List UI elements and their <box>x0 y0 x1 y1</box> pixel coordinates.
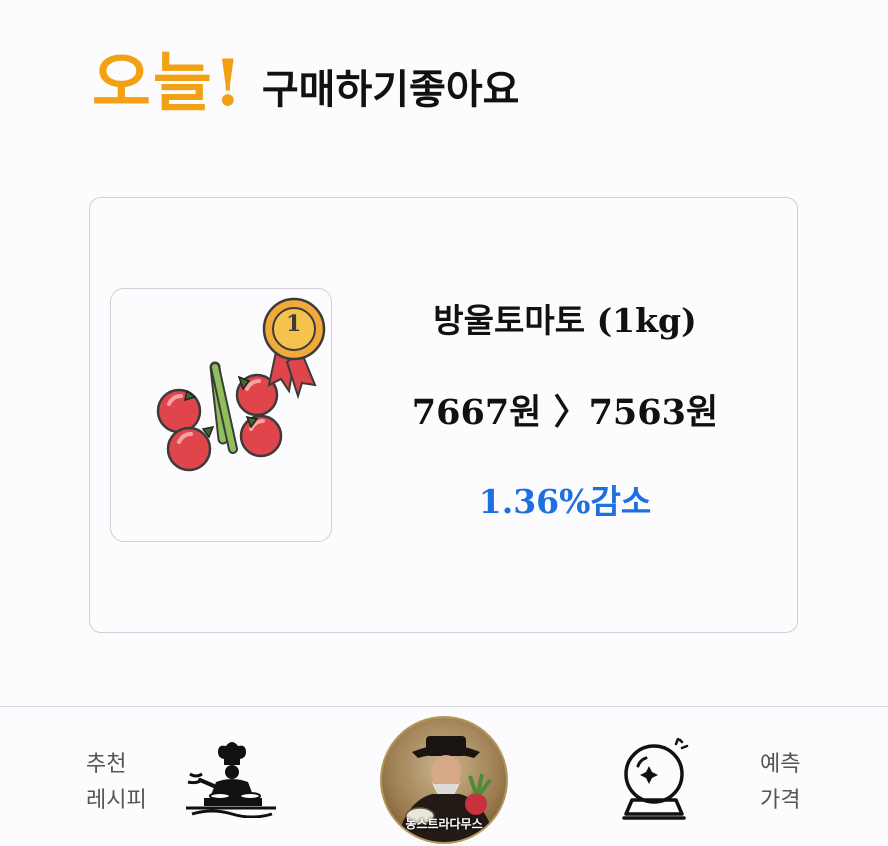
chef-icon[interactable] <box>186 740 278 818</box>
page-heading: 오늘! 구매하기좋아요 <box>92 52 519 116</box>
crystal-ball-icon[interactable] <box>618 738 696 828</box>
nav-recipe-line1: 추천 <box>86 752 127 777</box>
nav-predict-line2: 가격 <box>760 788 801 813</box>
product-thumbnail: 1 <box>110 288 332 542</box>
price-change: 7667원 〉7563원 <box>411 392 719 433</box>
product-info: 방울토마토 (1kg) 7667원 〉7563원 1.36%감소 <box>350 198 780 632</box>
price-change-rate: 1.36%감소 <box>478 482 652 521</box>
rank-badge-number: 1 <box>286 311 302 337</box>
heading-title: 구매하기좋아요 <box>261 66 520 113</box>
avatar-caption: 농스트라다무스 <box>405 817 483 831</box>
nav-predict-label[interactable]: 예측 가격 <box>760 747 800 819</box>
heading-accent: 오늘! <box>92 46 244 121</box>
nostradamus-avatar[interactable]: 농스트라다무스 <box>380 716 508 844</box>
nav-recipe-label[interactable]: 추천 레시피 <box>86 747 147 819</box>
nav-predict-line1: 예측 <box>760 752 801 777</box>
nav-recipe-line2: 레시피 <box>86 788 147 813</box>
product-card[interactable]: 1 방울토마토 (1kg) 7667원 〉7563원 1.36%감소 <box>89 197 798 633</box>
product-name: 방울토마토 (1kg) <box>433 301 697 340</box>
